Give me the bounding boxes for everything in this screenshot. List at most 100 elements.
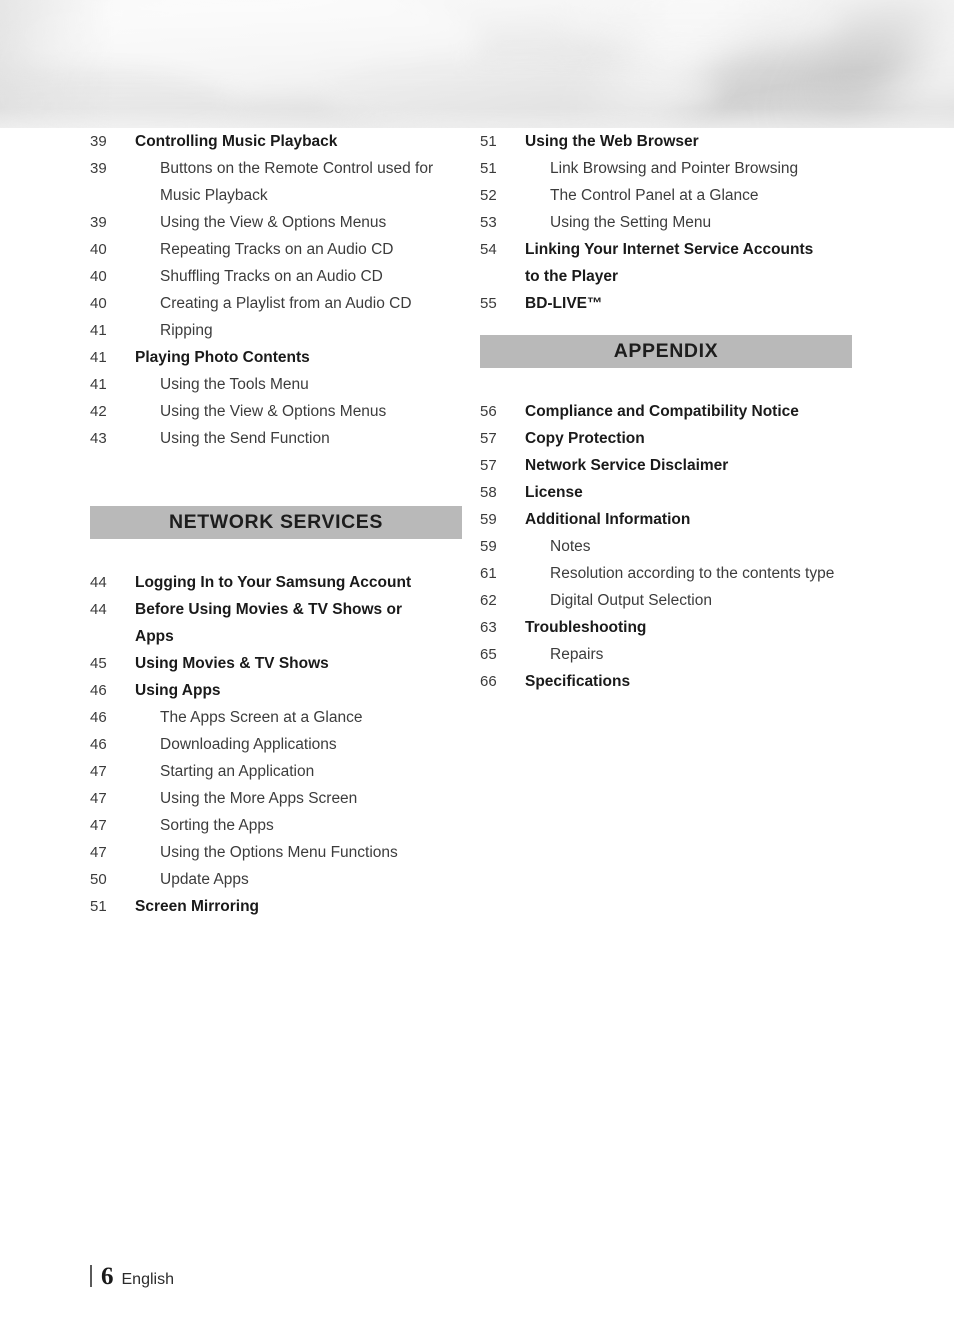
- toc-entry[interactable]: 59 Notes: [480, 533, 852, 560]
- toc-entry-title: Link Browsing and Pointer Browsing: [550, 160, 799, 177]
- toc-entry[interactable]: 45 Using Movies & TV Shows: [90, 650, 462, 677]
- toc-entry-title: Creating a Playlist from an Audio CD: [160, 295, 412, 312]
- toc-entry[interactable]: 46 The Apps Screen at a Glance: [90, 704, 462, 731]
- toc-entry-title: Update Apps: [160, 871, 249, 888]
- toc-entry[interactable]: 39 Buttons on the Remote Control used for…: [90, 155, 462, 209]
- footer-page-number: 6: [101, 1263, 114, 1290]
- toc-entry-page-number: 39: [90, 214, 107, 231]
- toc-entry[interactable]: 47 Sorting the Apps: [90, 812, 462, 839]
- toc-entry[interactable]: 51 Using the Web Browser: [480, 128, 852, 155]
- toc-entry[interactable]: 40 Creating a Playlist from an Audio CD: [90, 290, 462, 317]
- toc-entry-title: The Control Panel at a Glance: [550, 187, 759, 204]
- toc-entry-page-number: 52: [480, 187, 497, 204]
- toc-entry-title: Logging In to Your Samsung Account: [135, 574, 412, 591]
- toc-entry[interactable]: 44 Logging In to Your Samsung Account: [90, 569, 462, 596]
- toc-entry-page-number: 59: [480, 538, 497, 555]
- toc-entry-page-number: 59: [480, 511, 497, 528]
- toc-entry-page-number: 53: [480, 214, 497, 231]
- toc-entry-page-number: 51: [480, 160, 497, 177]
- toc-entry-page-number: 40: [90, 241, 107, 258]
- section-heading-appendix: APPENDIX: [480, 335, 852, 368]
- toc-column-right: 51 Using the Web Browser 51 Link Browsing a…: [480, 128, 852, 695]
- toc-entry[interactable]: 41 Ripping: [90, 317, 462, 344]
- toc-entry-page-number: 40: [90, 268, 107, 285]
- toc-entry[interactable]: 58 License: [480, 479, 852, 506]
- toc-entry-page-number: 47: [90, 844, 107, 861]
- toc-entry[interactable]: 59 Additional Information: [480, 506, 852, 533]
- toc-entry[interactable]: 57 Copy Protection: [480, 425, 852, 452]
- toc-entry-title: Screen Mirroring: [135, 898, 260, 915]
- toc-entry[interactable]: 51 Link Browsing and Pointer Browsing: [480, 155, 852, 182]
- toc-entry-title: Resolution according to the contents typ…: [550, 565, 835, 582]
- toc-entry[interactable]: 50 Update Apps: [90, 866, 462, 893]
- toc-entry-title: Linking Your Internet Service Accounts t…: [525, 241, 814, 285]
- column-spacer: [90, 452, 462, 506]
- toc-entry[interactable]: 39 Controlling Music Playback: [90, 128, 462, 155]
- toc-entry-page-number: 55: [480, 295, 497, 312]
- toc-entry[interactable]: 63 Troubleshooting: [480, 614, 852, 641]
- toc-entry-title: Digital Output Selection: [550, 592, 712, 609]
- toc-entry-page-number: 41: [90, 376, 107, 393]
- toc-entry-title: Controlling Music Playback: [135, 133, 338, 150]
- toc-entry[interactable]: 54 Linking Your Internet Service Accounts…: [480, 236, 852, 290]
- toc-entry[interactable]: 40 Shuffling Tracks on an Audio CD: [90, 263, 462, 290]
- toc-entry-page-number: 56: [480, 403, 497, 420]
- toc-entry-page-number: 39: [90, 160, 107, 177]
- toc-entry[interactable]: 55 BD-LIVE™: [480, 290, 852, 317]
- toc-entry-page-number: 44: [90, 574, 107, 591]
- toc-entry[interactable]: 47 Using the More Apps Screen: [90, 785, 462, 812]
- toc-entry-page-number: 47: [90, 790, 107, 807]
- toc-entry-page-number: 58: [480, 484, 497, 501]
- toc-entry-title: Using the Tools Menu: [160, 376, 309, 393]
- toc-entry[interactable]: 51 Screen Mirroring: [90, 893, 462, 920]
- toc-entry[interactable]: 43 Using the Send Function: [90, 425, 462, 452]
- toc-entry[interactable]: 66 Specifications: [480, 668, 852, 695]
- toc-entry-page-number: 42: [90, 403, 107, 420]
- toc-entry-title: Sorting the Apps: [160, 817, 274, 834]
- toc-entry-title: Playing Photo Contents: [135, 349, 310, 366]
- toc-entry-title: License: [525, 484, 583, 501]
- toc-entry-title: Additional Information: [525, 511, 691, 528]
- column-spacer: [480, 317, 852, 335]
- toc-entry-page-number: 46: [90, 736, 107, 753]
- header-banner-image: [0, 0, 954, 128]
- toc-entry[interactable]: 65 Repairs: [480, 641, 852, 668]
- toc-entry-page-number: 51: [90, 898, 107, 915]
- toc-entry[interactable]: 53 Using the Setting Menu: [480, 209, 852, 236]
- toc-entry[interactable]: 61 Resolution according to the contents t…: [480, 560, 852, 587]
- toc-entry-page-number: 66: [480, 673, 497, 690]
- toc-entry-title: Repairs: [550, 646, 604, 663]
- toc-entry-title: Repeating Tracks on an Audio CD: [160, 241, 394, 258]
- toc-entry-title: Using the Setting Menu: [550, 214, 712, 231]
- toc-entry[interactable]: 40 Repeating Tracks on an Audio CD: [90, 236, 462, 263]
- toc-entry-page-number: 57: [480, 457, 497, 474]
- toc-entry[interactable]: 42 Using the View & Options Menus: [90, 398, 462, 425]
- toc-entry[interactable]: 47 Using the Options Menu Functions: [90, 839, 462, 866]
- toc-entry-page-number: 47: [90, 763, 107, 780]
- toc-entry[interactable]: 47 Starting an Application: [90, 758, 462, 785]
- toc-entry-page-number: 65: [480, 646, 497, 663]
- toc-entry[interactable]: 41 Playing Photo Contents: [90, 344, 462, 371]
- toc-entry-title: Using the Send Function: [160, 430, 330, 447]
- section-heading-network-services: NETWORK SERVICES: [90, 506, 462, 539]
- toc-entry[interactable]: 41 Using the Tools Menu: [90, 371, 462, 398]
- toc-entry-page-number: 57: [480, 430, 497, 447]
- toc-entry[interactable]: 57 Network Service Disclaimer: [480, 452, 852, 479]
- toc-entry[interactable]: 52 The Control Panel at a Glance: [480, 182, 852, 209]
- toc-entry-page-number: 54: [480, 241, 497, 258]
- toc-entry[interactable]: 44 Before Using Movies & TV Shows or Apps: [90, 596, 462, 650]
- footer-divider-rule: [90, 1265, 92, 1287]
- toc-entry[interactable]: 46 Using Apps: [90, 677, 462, 704]
- toc-entry-title: Compliance and Compatibility Notice: [525, 403, 799, 420]
- toc-entry[interactable]: 56 Compliance and Compatibility Notice: [480, 398, 852, 425]
- toc-entry-page-number: 62: [480, 592, 497, 609]
- toc-entry-title: Using the View & Options Menus: [160, 403, 387, 420]
- toc-entry[interactable]: 62 Digital Output Selection: [480, 587, 852, 614]
- toc-entry-title: Using the View & Options Menus: [160, 214, 387, 231]
- toc-list-appendix: 56 Compliance and Compatibility Notice 57 C…: [480, 398, 852, 695]
- toc-entry-page-number: 61: [480, 565, 497, 582]
- toc-entry[interactable]: 39 Using the View & Options Menus: [90, 209, 462, 236]
- toc-entry[interactable]: 46 Downloading Applications: [90, 731, 462, 758]
- toc-entry-page-number: 40: [90, 295, 107, 312]
- toc-entry-title: Using the Web Browser: [525, 133, 699, 150]
